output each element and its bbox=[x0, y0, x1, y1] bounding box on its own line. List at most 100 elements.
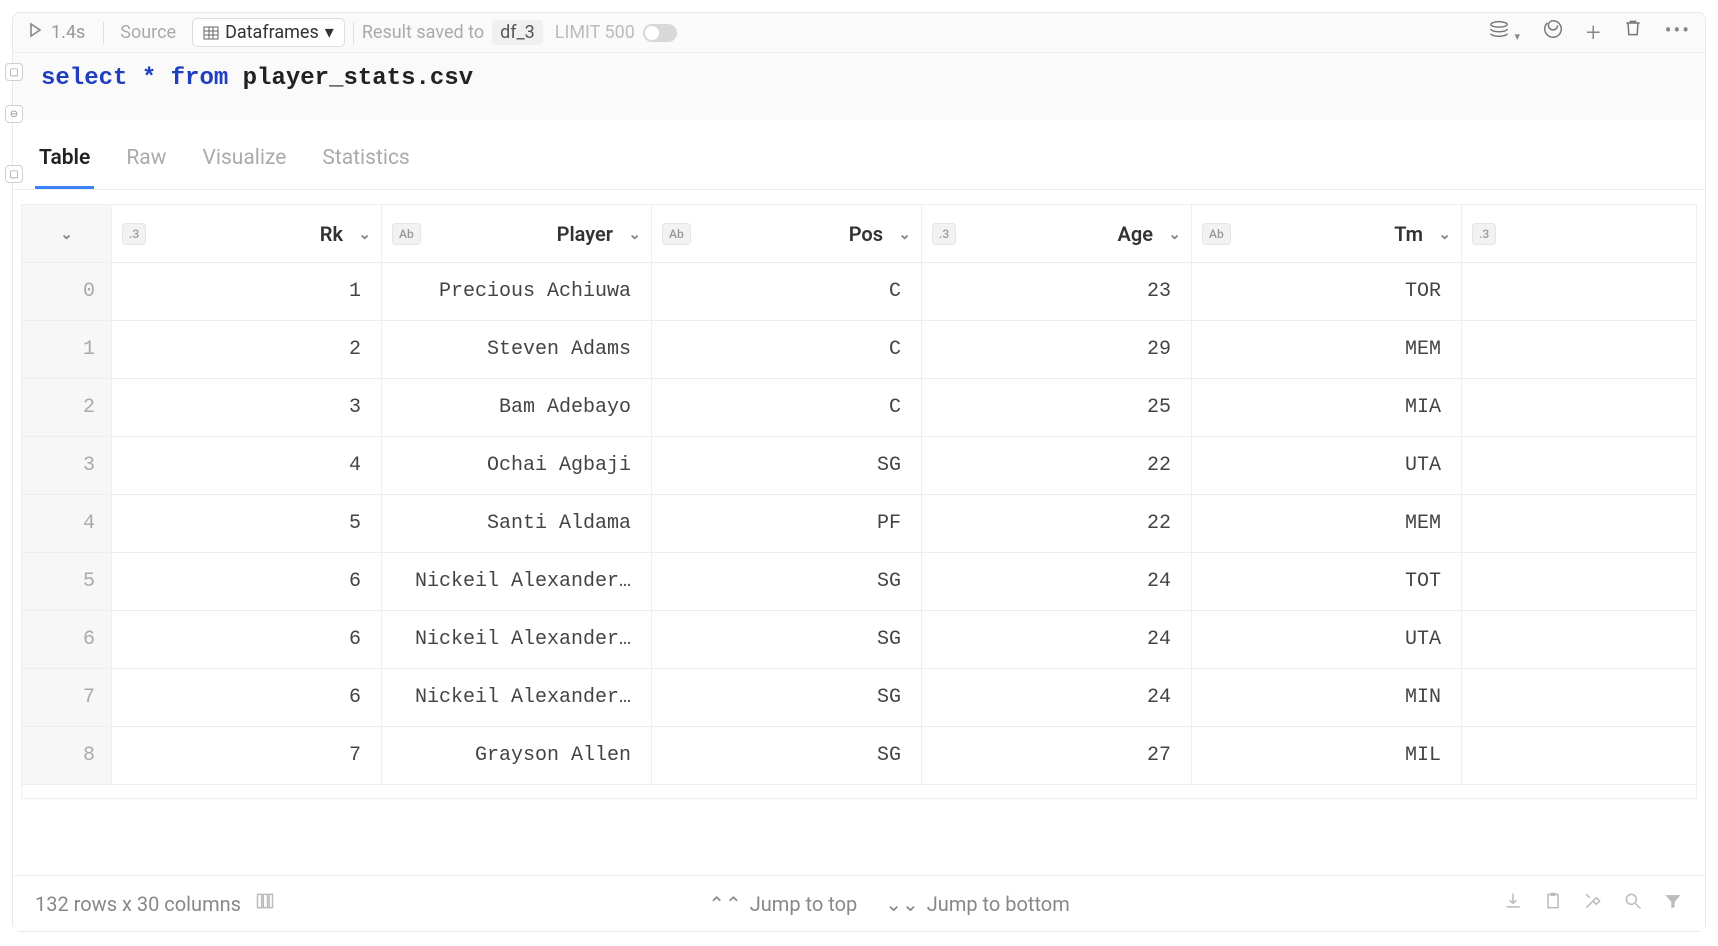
kw-from: from bbox=[171, 65, 229, 92]
cell-pos: SG bbox=[652, 669, 922, 727]
table-row[interactable]: 12Steven AdamsC29MEM bbox=[22, 321, 1697, 379]
type-badge-text: Ab bbox=[392, 223, 421, 245]
gutter-collapse-out[interactable]: ▢ bbox=[5, 165, 23, 183]
col-header-age[interactable]: .3 Age ⌄ bbox=[922, 205, 1192, 263]
rownum-header[interactable]: ⌄ bbox=[22, 205, 112, 263]
cell-rk: 6 bbox=[112, 553, 382, 611]
cell-rk: 6 bbox=[112, 611, 382, 669]
jump-to-bottom[interactable]: ⌄⌄ Jump to bottom bbox=[885, 892, 1070, 916]
cell-next bbox=[1462, 495, 1697, 553]
row-index: 5 bbox=[22, 553, 112, 611]
cell-tm: MEM bbox=[1192, 321, 1462, 379]
table-row[interactable]: 23Bam AdebayoC25MIA bbox=[22, 379, 1697, 437]
table-identifier: player_stats.csv bbox=[243, 65, 473, 92]
result-saved-label: Result saved to bbox=[362, 22, 484, 43]
cell-pos: SG bbox=[652, 553, 922, 611]
cell-pos: C bbox=[652, 263, 922, 321]
gutter-collapse-mid[interactable]: ⊖ bbox=[5, 105, 23, 123]
table-row[interactable]: 56Nickeil Alexander…SG24TOT bbox=[22, 553, 1697, 611]
col-header-pos[interactable]: Ab Pos ⌄ bbox=[652, 205, 922, 263]
search-icon[interactable] bbox=[1623, 891, 1643, 916]
download-icon[interactable] bbox=[1503, 891, 1523, 916]
cell-pos: SG bbox=[652, 611, 922, 669]
table-row[interactable]: 34Ochai AgbajiSG22UTA bbox=[22, 437, 1697, 495]
type-badge-numeric: .3 bbox=[1472, 223, 1496, 245]
run-icon[interactable] bbox=[27, 22, 43, 43]
dropdown-icon: ▾ bbox=[325, 22, 334, 43]
cell-player: Nickeil Alexander… bbox=[382, 669, 652, 727]
row-index: 6 bbox=[22, 611, 112, 669]
cell-tm: UTA bbox=[1192, 437, 1462, 495]
col-label: Rk bbox=[320, 222, 343, 246]
toolbar-right: ▾ + ••• bbox=[1488, 18, 1691, 48]
cell-next bbox=[1462, 321, 1697, 379]
cell-player: Steven Adams bbox=[382, 321, 652, 379]
status-bar: 132 rows x 30 columns ⌃⌃ Jump to top ⌄⌄ … bbox=[13, 875, 1705, 931]
tools-icon[interactable] bbox=[1583, 891, 1603, 916]
cell-age: 29 bbox=[922, 321, 1192, 379]
cell-tm: UTA bbox=[1192, 611, 1462, 669]
limit-toggle[interactable] bbox=[643, 24, 677, 42]
type-badge-numeric: .3 bbox=[932, 223, 956, 245]
tab-statistics[interactable]: Statistics bbox=[318, 136, 413, 189]
clipboard-icon[interactable] bbox=[1543, 891, 1563, 916]
gutter-collapse-top[interactable]: ▢ bbox=[5, 63, 23, 81]
cell-rk: 4 bbox=[112, 437, 382, 495]
table-row[interactable]: 45Santi AldamaPF22MEM bbox=[22, 495, 1697, 553]
cell-pos: SG bbox=[652, 727, 922, 785]
row-index: 3 bbox=[22, 437, 112, 495]
col-label: Player bbox=[557, 222, 613, 246]
cell-rk: 6 bbox=[112, 669, 382, 727]
tab-table[interactable]: Table bbox=[35, 136, 94, 189]
col-label: Pos bbox=[849, 222, 883, 246]
table-row[interactable]: 76Nickeil Alexander…SG24MIN bbox=[22, 669, 1697, 727]
limit-label: LIMIT 500 bbox=[555, 22, 635, 43]
sql-editor[interactable]: select * from player_stats.csv bbox=[13, 53, 1705, 120]
cell-next bbox=[1462, 263, 1697, 321]
source-value: Dataframes bbox=[225, 22, 319, 43]
type-badge-numeric: .3 bbox=[122, 223, 146, 245]
col-header-next[interactable]: .3 bbox=[1462, 205, 1697, 263]
cell-age: 27 bbox=[922, 727, 1192, 785]
layers-icon[interactable]: ▾ bbox=[1488, 18, 1521, 48]
result-tabs: Table Raw Visualize Statistics bbox=[13, 120, 1705, 190]
chevron-down-icon: ⌄ bbox=[628, 225, 641, 243]
table-row[interactable]: 01Precious AchiuwaC23TOR bbox=[22, 263, 1697, 321]
cell-rk: 2 bbox=[112, 321, 382, 379]
chevron-down-icon: ⌄ bbox=[1168, 225, 1181, 243]
source-picker[interactable]: Dataframes ▾ bbox=[192, 18, 345, 47]
notebook-cell: ▢ ⊖ ▢ 1.4s Source Dataframes ▾ Result sa… bbox=[12, 12, 1706, 932]
columns-icon[interactable] bbox=[255, 891, 275, 916]
more-icon[interactable]: ••• bbox=[1665, 18, 1691, 48]
row-index: 0 bbox=[22, 263, 112, 321]
row-index: 1 bbox=[22, 321, 112, 379]
run-time: 1.4s bbox=[51, 22, 85, 43]
add-icon[interactable]: + bbox=[1586, 18, 1601, 48]
table-row[interactable]: 87Grayson AllenSG27MIL bbox=[22, 727, 1697, 785]
chevron-down-icon: ⌄ bbox=[1438, 225, 1451, 243]
col-header-rk[interactable]: .3 Rk ⌄ bbox=[112, 205, 382, 263]
cell-next bbox=[1462, 379, 1697, 437]
jump-to-top[interactable]: ⌃⌃ Jump to top bbox=[708, 892, 857, 916]
tab-raw[interactable]: Raw bbox=[122, 136, 170, 189]
type-badge-text: Ab bbox=[662, 223, 691, 245]
double-chevron-down-icon: ⌄⌄ bbox=[885, 892, 919, 916]
trash-icon[interactable] bbox=[1623, 18, 1643, 48]
cell-age: 25 bbox=[922, 379, 1192, 437]
cell-tm: TOR bbox=[1192, 263, 1462, 321]
tab-visualize[interactable]: Visualize bbox=[198, 136, 290, 189]
table-row[interactable]: 66Nickeil Alexander…SG24UTA bbox=[22, 611, 1697, 669]
data-table[interactable]: ⌄ .3 Rk ⌄ Ab Player ⌄ Ab bbox=[13, 190, 1705, 875]
col-header-tm[interactable]: Ab Tm ⌄ bbox=[1192, 205, 1462, 263]
filter-icon[interactable] bbox=[1663, 891, 1683, 916]
cell-pos: C bbox=[652, 379, 922, 437]
source-label: Source bbox=[120, 22, 176, 43]
cell-player: Ochai Agbaji bbox=[382, 437, 652, 495]
dataframe-tag[interactable]: df_3 bbox=[492, 20, 543, 45]
type-badge-text: Ab bbox=[1202, 223, 1231, 245]
refresh-icon[interactable] bbox=[1542, 18, 1564, 48]
cell-age: 24 bbox=[922, 553, 1192, 611]
cell-age: 24 bbox=[922, 669, 1192, 727]
col-header-player[interactable]: Ab Player ⌄ bbox=[382, 205, 652, 263]
partial-row bbox=[22, 785, 1697, 799]
